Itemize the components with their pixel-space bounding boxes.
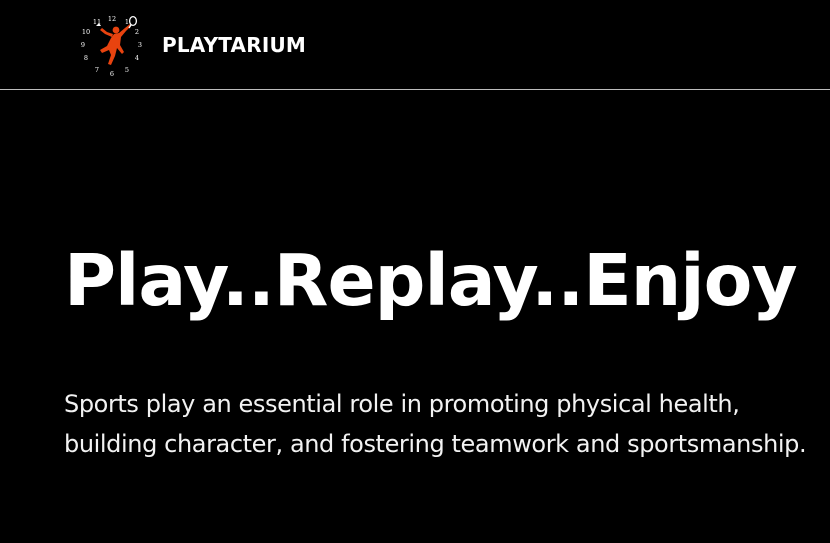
- hero-description: Sports play an essential role in promoti…: [64, 390, 807, 458]
- clock-number: 5: [125, 66, 129, 74]
- clock-number: 10: [82, 28, 90, 36]
- brand-name: PLAYTARIUM: [162, 33, 307, 57]
- clock-number: 2: [135, 28, 139, 36]
- home-logo-link[interactable]: 12 1 2 3 4 5 6 7 8 9 10 11 PLAYTARIUM: [78, 12, 306, 78]
- clock-number: 9: [81, 41, 85, 49]
- racket-head-icon: [128, 15, 138, 27]
- clock-number: 12: [108, 15, 116, 23]
- clock-number: 3: [138, 41, 142, 49]
- clock-number: 4: [135, 54, 139, 62]
- site-header: 12 1 2 3 4 5 6 7 8 9 10 11 PLAYTARIUM: [0, 0, 830, 90]
- hero-title: Play..Replay..Enjoy: [64, 239, 798, 322]
- badminton-player-silhouette: [96, 15, 138, 65]
- clock-number: 8: [84, 54, 88, 62]
- badminton-clock-icon: 12 1 2 3 4 5 6 7 8 9 10 11: [81, 15, 142, 78]
- hero-section: Play..Replay..Enjoy Sports play an essen…: [64, 226, 830, 458]
- clock-number: 6: [110, 70, 114, 78]
- clock-number: 1: [125, 18, 129, 26]
- clock-number: 7: [95, 66, 99, 74]
